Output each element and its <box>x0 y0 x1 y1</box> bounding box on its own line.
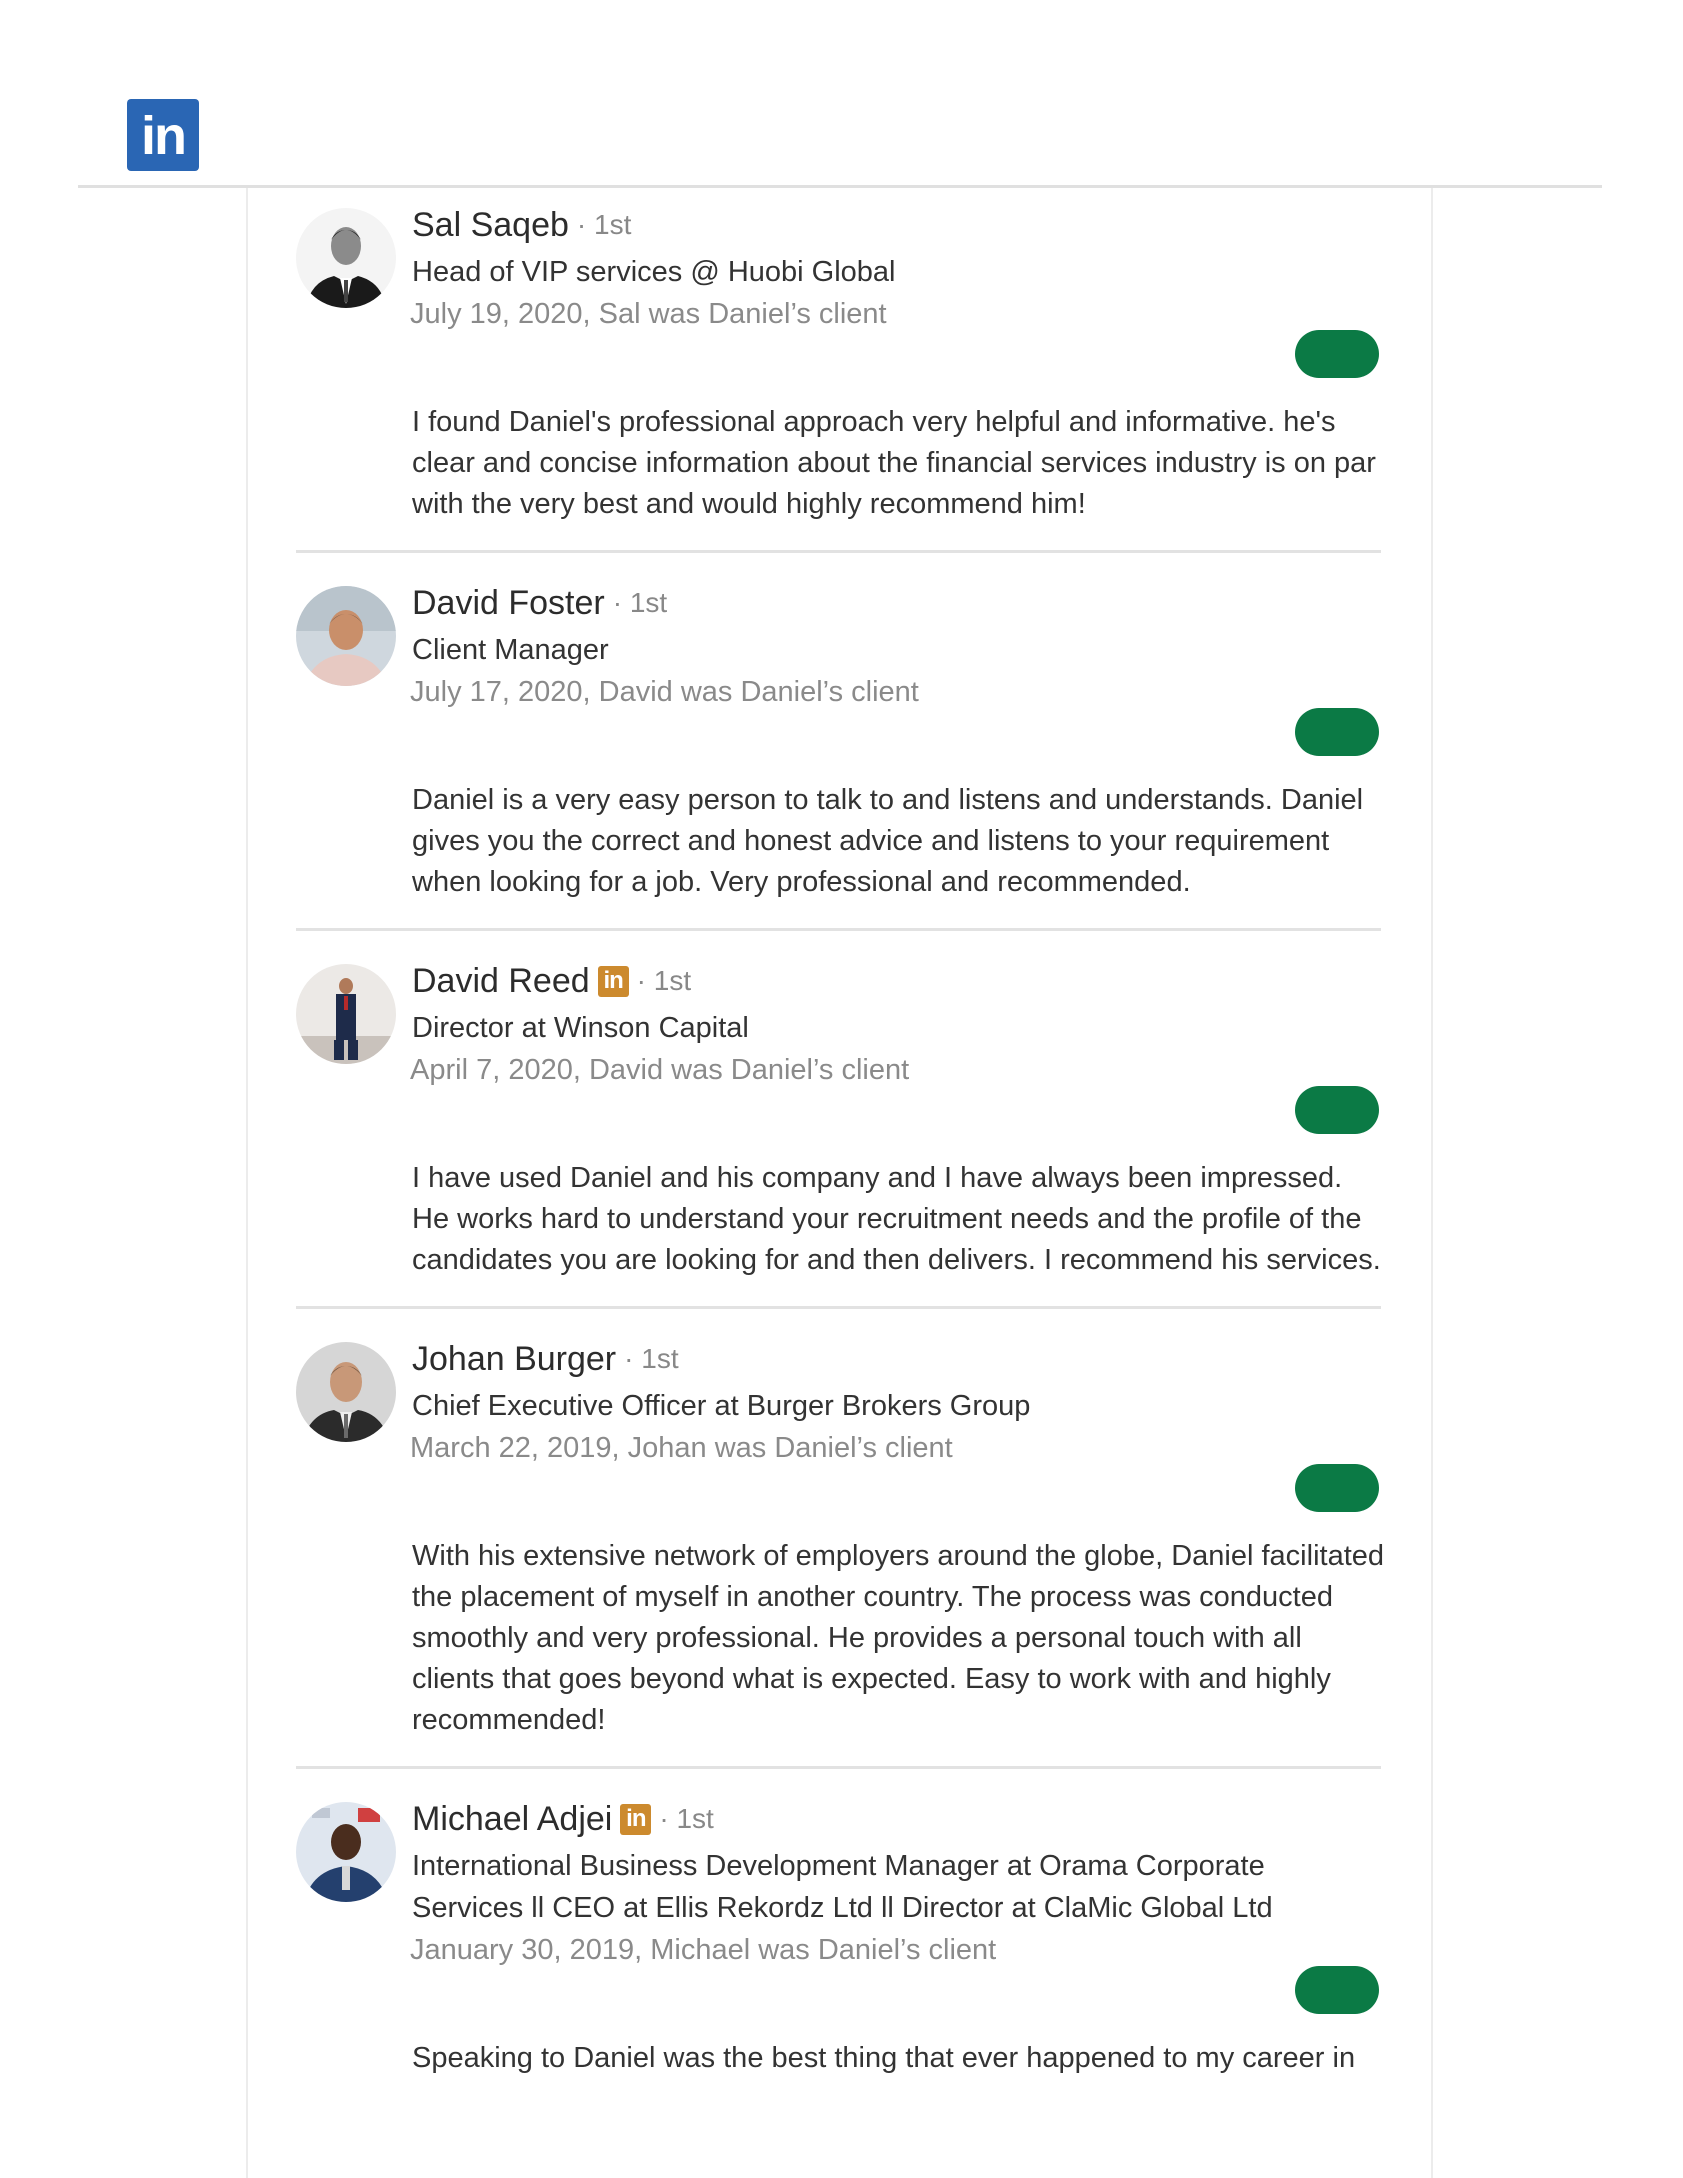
green-pill-button[interactable] <box>1295 1966 1379 2014</box>
green-pill-button[interactable] <box>1295 1086 1379 1134</box>
card-divider <box>296 1766 1381 1769</box>
avatar-photo <box>296 964 396 1064</box>
recommendation-text: I have used Daniel and his company and I… <box>412 1162 1381 1276</box>
recommender-title: Head of VIP services @ Huobi Global <box>412 256 896 288</box>
content-left-border <box>246 188 248 2178</box>
avatar-photo <box>296 1802 396 1902</box>
avatar[interactable] <box>296 1802 396 1902</box>
connection-degree: · 1st <box>624 1343 679 1374</box>
recommender-title: International Business Development Manag… <box>412 1850 1273 1924</box>
avatar-photo <box>296 208 396 308</box>
connection-degree: · 1st <box>612 587 668 618</box>
connection-degree: · 1st <box>576 209 632 240</box>
recommender-name[interactable]: David Foster <box>412 584 605 623</box>
recommendation-text: With his extensive network of employers … <box>412 1540 1385 1736</box>
avatar[interactable] <box>296 964 396 1064</box>
green-pill-button[interactable] <box>1295 708 1379 756</box>
avatar-photo <box>296 586 396 686</box>
avatar[interactable] <box>296 1342 396 1442</box>
recommendation-date: April 7, 2020, David was Daniel’s client <box>410 1054 910 1086</box>
content-right-border <box>1431 188 1433 2178</box>
green-pill-button[interactable] <box>1295 330 1379 378</box>
recommendation-date: July 19, 2020, Sal was Daniel’s client <box>410 298 887 330</box>
connection-degree: · 1st <box>636 965 692 996</box>
green-pill-button[interactable] <box>1295 1464 1379 1512</box>
recommendation-date: March 22, 2019, Johan was Daniel’s clien… <box>410 1432 953 1464</box>
avatar-photo <box>296 1342 396 1442</box>
card-divider <box>296 928 1381 931</box>
avatar[interactable] <box>296 208 396 308</box>
card-divider <box>296 550 1381 553</box>
recommender-name[interactable]: Sal Saqeb <box>412 206 569 245</box>
recommendation-text: Speaking to Daniel was the best thing th… <box>412 2042 1356 2074</box>
recommendation-text: I found Daniel's professional approach v… <box>412 406 1376 520</box>
recommender-title: Client Manager <box>412 634 609 666</box>
linkedin-influencer-icon: in <box>597 965 629 997</box>
header-divider <box>78 185 1602 188</box>
recommendation-text: Daniel is a very easy person to talk to … <box>412 784 1364 898</box>
recommender-title: Director at Winson Capital <box>412 1012 749 1044</box>
recommender-name[interactable]: David Reed <box>412 962 590 1001</box>
recommendation-date: January 30, 2019, Michael was Daniel’s c… <box>410 1934 997 1966</box>
recommender-title: Chief Executive Officer at Burger Broker… <box>412 1390 1031 1422</box>
recommender-name[interactable]: Johan Burger <box>412 1340 616 1379</box>
recommender-name[interactable]: Michael Adjei <box>412 1800 612 1839</box>
connection-degree: · 1st <box>659 1803 714 1834</box>
card-divider <box>296 1306 1381 1309</box>
linkedin-logo-text: in <box>141 106 187 166</box>
linkedin-influencer-icon: in <box>620 1803 652 1835</box>
avatar[interactable] <box>296 586 396 686</box>
recommendation-date: July 17, 2020, David was Daniel’s client <box>410 676 919 708</box>
linkedin-logo[interactable]: in <box>127 99 199 171</box>
